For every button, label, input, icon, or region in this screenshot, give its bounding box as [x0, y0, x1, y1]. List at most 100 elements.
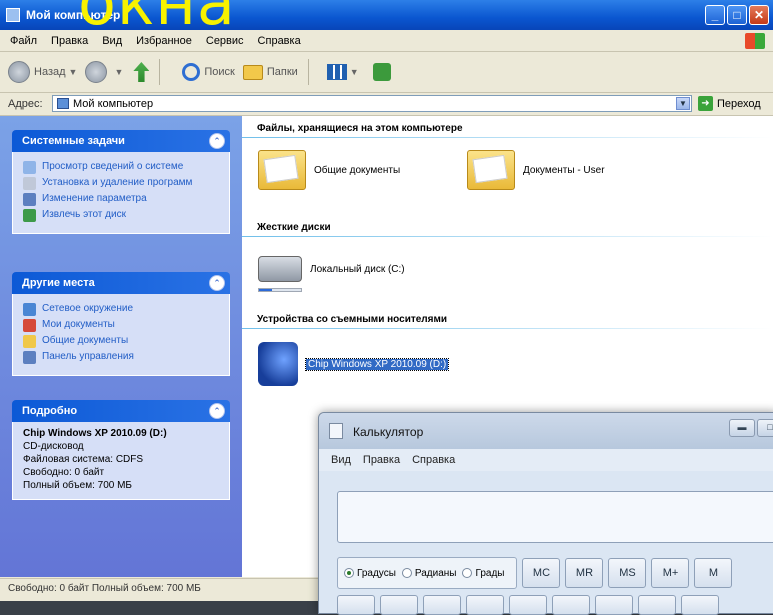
task-label: Извлечь этот диск — [42, 209, 126, 220]
calculator-menu: Вид Правка Справка — [319, 449, 773, 471]
calc-key[interactable] — [638, 595, 676, 615]
chevron-down-icon[interactable]: ▼ — [69, 67, 78, 77]
calc-key[interactable] — [380, 595, 418, 615]
my-documents-icon — [23, 319, 36, 332]
chevron-down-icon[interactable]: ▼ — [676, 97, 690, 110]
menu-view[interactable]: Вид — [331, 454, 351, 466]
disk-usage-bar — [258, 288, 302, 292]
search-icon — [182, 63, 201, 81]
back-button[interactable]: Назад ▼ — [8, 61, 77, 83]
status-text: Свободно: 0 байт Полный объем: 700 МБ — [8, 583, 201, 594]
task-item[interactable]: Просмотр сведений о системе — [23, 161, 221, 174]
eject-icon — [23, 209, 36, 222]
task-item[interactable]: Панель управления — [23, 351, 221, 364]
calc-key[interactable] — [466, 595, 504, 615]
folder-item[interactable]: Документы - User — [467, 150, 605, 190]
sync-icon[interactable] — [372, 63, 391, 81]
minimize-button[interactable]: ▬ — [729, 419, 755, 437]
forward-button[interactable]: ▼ — [85, 61, 123, 83]
folders-icon — [242, 64, 263, 80]
panel-header[interactable]: Другие места ⌃ — [12, 272, 230, 294]
up-folder-icon[interactable] — [133, 62, 150, 82]
calc-key[interactable] — [423, 595, 461, 615]
ms-button[interactable]: MS — [608, 558, 647, 588]
task-item[interactable]: Мои документы — [23, 319, 221, 332]
radio-label: Градусы — [357, 567, 396, 579]
mr-button[interactable]: MR — [565, 558, 604, 588]
address-bar: Адрес: Мой компьютер ▼ ➜ Переход — [0, 93, 773, 116]
task-label: Панель управления — [42, 351, 134, 362]
calc-key[interactable] — [337, 595, 375, 615]
task-label: Мои документы — [42, 319, 115, 330]
calculator-display — [337, 491, 773, 543]
chevron-down-icon[interactable]: ▼ — [350, 67, 359, 77]
item-label: Локальный диск (C:) — [310, 263, 405, 275]
task-item[interactable]: Извлечь этот диск — [23, 209, 221, 222]
folders-button[interactable]: Папки — [242, 64, 298, 80]
toolbar-separator — [307, 59, 309, 85]
shared-documents-icon — [23, 335, 36, 348]
group-header: Жесткие диски — [257, 222, 331, 233]
grads-radio[interactable]: Грады — [462, 568, 504, 579]
task-item[interactable]: Установка и удаление программ — [23, 177, 221, 190]
computer-icon — [57, 98, 69, 109]
mc-button[interactable]: MC — [522, 558, 561, 588]
calc-key[interactable] — [681, 595, 719, 615]
windows-logo-icon — [745, 33, 765, 49]
task-item[interactable]: Изменение параметра — [23, 193, 221, 206]
calculator-titlebar[interactable]: Калькулятор ▬ □ — [319, 413, 773, 449]
views-icon[interactable] — [326, 64, 347, 80]
collapse-icon[interactable]: ⌃ — [209, 133, 225, 149]
panel-title: Подробно — [22, 405, 78, 417]
group-header: Устройства со съемными носителями — [257, 314, 448, 325]
drive-item[interactable]: Локальный диск (C:) — [258, 256, 405, 282]
folder-item[interactable]: Общие документы — [258, 150, 400, 190]
calc-key[interactable] — [552, 595, 590, 615]
address-input[interactable]: Мой компьютер ▼ — [52, 95, 692, 112]
calc-key[interactable] — [509, 595, 547, 615]
radians-radio[interactable]: Радианы — [401, 567, 457, 579]
cd-drive-item[interactable]: Chip Windows XP 2010.09 (D:) — [258, 342, 450, 386]
folder-icon — [258, 150, 306, 190]
task-label: Сетевое окружение — [42, 303, 134, 314]
panel-header[interactable]: Системные задачи ⌃ — [12, 130, 230, 152]
task-label: Изменение параметра — [42, 193, 147, 204]
menu-file[interactable]: Файл — [10, 35, 37, 47]
computer-icon — [6, 8, 20, 22]
radio-icon — [401, 568, 412, 578]
minimize-button[interactable]: _ — [705, 5, 725, 25]
search-button[interactable]: Поиск — [168, 63, 235, 81]
task-item[interactable]: Общие документы — [23, 335, 221, 348]
folder-icon — [467, 150, 515, 190]
mminus-button[interactable]: M — [694, 558, 733, 588]
chevron-down-icon[interactable]: ▼ — [114, 67, 123, 77]
hard-drive-icon — [258, 256, 302, 282]
address-label: Адрес: — [8, 98, 43, 110]
details-panel: Подробно ⌃ Chip Windows XP 2010.09 (D:) … — [12, 400, 230, 500]
group-divider — [242, 137, 773, 138]
network-icon — [23, 303, 36, 316]
close-button[interactable]: ✕ — [749, 5, 769, 25]
go-button[interactable]: ➜ Переход — [698, 96, 761, 111]
collapse-icon[interactable]: ⌃ — [209, 403, 225, 419]
maximize-button[interactable]: □ — [757, 419, 773, 437]
panel-header[interactable]: Подробно ⌃ — [12, 400, 230, 422]
calc-key[interactable] — [595, 595, 633, 615]
menu-edit[interactable]: Правка — [363, 454, 400, 466]
maximize-button[interactable]: □ — [727, 5, 747, 25]
radio-selected-icon — [344, 568, 354, 578]
degrees-radio[interactable]: Градусы — [344, 568, 396, 579]
menu-help[interactable]: Справка — [258, 35, 301, 47]
radio-label: Радианы — [414, 567, 457, 579]
go-arrow-icon: ➜ — [698, 96, 713, 111]
task-item[interactable]: Сетевое окружение — [23, 303, 221, 316]
menu-help[interactable]: Справка — [412, 454, 455, 466]
search-label: Поиск — [204, 66, 235, 78]
item-label: Документы - User — [523, 164, 605, 176]
back-label: Назад — [34, 66, 66, 78]
mplus-button[interactable]: M+ — [651, 558, 690, 588]
item-label: Общие документы — [314, 164, 401, 176]
group-divider — [242, 328, 773, 329]
task-label: Установка и удаление программ — [42, 177, 193, 188]
collapse-icon[interactable]: ⌃ — [209, 275, 225, 291]
